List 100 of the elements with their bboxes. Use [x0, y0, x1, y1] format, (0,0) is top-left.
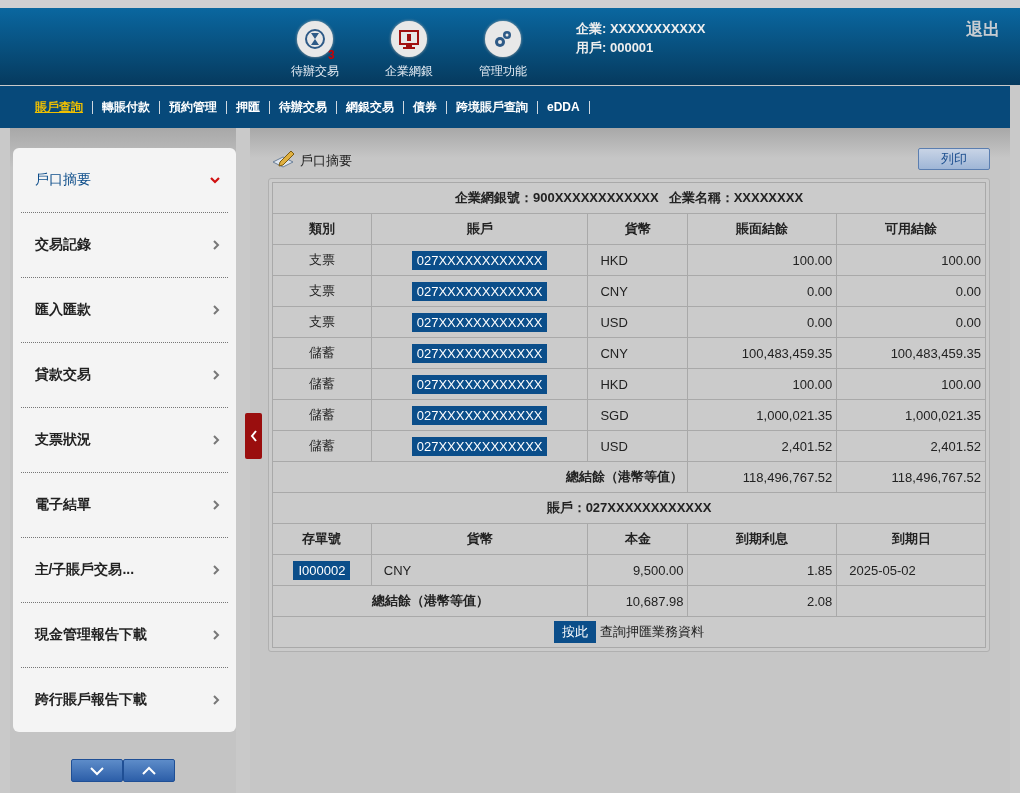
account-link[interactable]: 027XXXXXXXXXXXX: [411, 312, 548, 332]
column-header: 存單號: [302, 531, 342, 546]
shortcut-button[interactable]: 待辦交易 3: [280, 21, 350, 85]
scroll-up-button[interactable]: [123, 759, 175, 782]
chevron-right-icon: [212, 370, 220, 380]
print-button[interactable]: 列印: [918, 148, 990, 170]
column-header: 類別: [308, 221, 335, 236]
logout-link[interactable]: 退出: [966, 18, 1000, 41]
sidebar-item[interactable]: 戶口摘要: [20, 148, 228, 213]
nav-tab[interactable]: 押匯: [227, 100, 270, 114]
account-link[interactable]: 027XXXXXXXXXXXX: [411, 343, 548, 363]
scroll-down-button[interactable]: [71, 759, 123, 782]
sidebar-item[interactable]: 貸款交易: [20, 343, 228, 408]
page-title: 戶口摘要: [300, 152, 352, 170]
footer-text: 查詢押匯業務資料: [600, 624, 704, 639]
collapse-tab[interactable]: [245, 413, 262, 459]
sidebar-item-label: 匯入匯款: [34, 301, 91, 319]
table-cell: HKD: [600, 252, 628, 268]
table-cell: 100.00: [792, 376, 833, 392]
bank-number-label: 企業網銀號：900XXXXXXXXXXXX: [454, 190, 659, 205]
nav-tab[interactable]: 轉賬付款: [93, 100, 160, 114]
table-cell: SGD: [600, 407, 629, 423]
table-cell: 2,401.52: [930, 438, 981, 454]
table-cell: 儲蓄: [308, 376, 335, 391]
chevron-down-icon: [209, 176, 220, 184]
notepad-pencil-icon: [272, 148, 296, 170]
account-link[interactable]: 027XXXXXXXXXXXX: [411, 374, 548, 394]
nav-tab[interactable]: 賬戶查詢: [26, 100, 93, 114]
table-cell: 1,000,021.35: [905, 407, 981, 423]
table-cell: 支票: [308, 314, 335, 329]
sidebar-item[interactable]: 匯入匯款: [20, 278, 228, 343]
sidebar-item[interactable]: 支票狀況: [20, 408, 228, 473]
sidebar-item[interactable]: 交易記錄: [20, 213, 228, 278]
total-label: 總結餘（港幣等值）: [371, 593, 489, 608]
nav-tab[interactable]: 預約管理: [160, 100, 227, 114]
nav-tab[interactable]: 待辦交易: [270, 100, 337, 114]
nav-tab[interactable]: 跨境賬戶查詢: [447, 100, 538, 114]
table-cell: 0.00: [806, 314, 833, 330]
table-cell: 100,483,459.35: [890, 345, 981, 361]
nav-tab[interactable]: 網銀交易: [337, 100, 404, 114]
nav-tab[interactable]: eDDA: [538, 100, 590, 114]
shortcut-button[interactable]: 企業網銀: [374, 21, 444, 85]
table-cell: 0.00: [955, 314, 981, 330]
company-label: 企業: XXXXXXXXXXX: [576, 20, 706, 38]
sidebar-item-label: 貸款交易: [34, 366, 91, 384]
sidebar-item-label: 電子結單: [34, 496, 91, 514]
account-link[interactable]: 027XXXXXXXXXXXX: [411, 250, 548, 270]
table-cell: 儲蓄: [308, 345, 335, 360]
table-cell: HKD: [600, 376, 628, 392]
table-cell: 2025-05-02: [849, 562, 916, 578]
chevron-left-icon: [249, 430, 258, 442]
table-cell: 0.00: [955, 283, 981, 299]
total-cell: 118,496,767.52: [742, 469, 833, 485]
sidebar-item[interactable]: 現金管理報告下載: [20, 603, 228, 668]
column-header: 貨幣: [624, 221, 651, 236]
chevron-down-icon: [89, 765, 105, 776]
account-link[interactable]: 027XXXXXXXXXXXX: [411, 405, 548, 425]
hourglass-icon: [303, 27, 327, 51]
chevron-right-icon: [212, 240, 220, 250]
column-header: 賬面結餘: [736, 221, 789, 236]
table-cell: 100,483,459.35: [741, 345, 833, 361]
table-cell: 2,401.52: [781, 438, 833, 454]
chevron-right-icon: [212, 305, 220, 315]
chevron-right-icon: [212, 695, 220, 705]
table-cell: 1,000,021.35: [756, 407, 833, 423]
total-cell: 10,687.98: [625, 593, 684, 609]
monitor-icon: [397, 27, 421, 51]
column-header: 本金: [624, 531, 651, 546]
table-cell: 100.00: [941, 252, 981, 268]
sidebar-item[interactable]: 電子結單: [20, 473, 228, 538]
table-cell: 0.00: [806, 283, 833, 299]
column-header: 到期日: [891, 531, 931, 546]
column-header: 貨幣: [466, 531, 493, 546]
sidebar-item[interactable]: 主/子賬戶交易...: [20, 538, 228, 603]
table-cell: CNY: [600, 345, 628, 361]
table-cell: 支票: [308, 283, 335, 298]
account-link[interactable]: 027XXXXXXXXXXXX: [411, 281, 548, 301]
total-cell: 118,496,767.52: [891, 469, 981, 485]
table-cell: USD: [600, 314, 628, 330]
sidebar-item-label: 現金管理報告下載: [34, 626, 147, 644]
chevron-right-icon: [212, 565, 220, 575]
nav-tab[interactable]: 債券: [404, 100, 447, 114]
shortcut-button[interactable]: 管理功能: [468, 21, 538, 85]
account-link[interactable]: 027XXXXXXXXXXXX: [411, 436, 548, 456]
chevron-right-icon: [212, 435, 220, 445]
table-cell: USD: [600, 438, 628, 454]
click-here-link[interactable]: 按此: [554, 621, 596, 643]
chevron-up-icon: [141, 765, 157, 776]
table-cell: 1.85: [806, 562, 833, 578]
sidebar-item-label: 主/子賬戶交易...: [34, 561, 135, 579]
sidebar-item-label: 跨行賬戶報告下載: [34, 691, 147, 709]
table-cell: CNY: [600, 283, 628, 299]
sidebar-item-label: 交易記錄: [34, 236, 91, 254]
sidebar-item[interactable]: 跨行賬戶報告下載: [20, 668, 228, 732]
deposit-link[interactable]: I000002: [293, 560, 351, 580]
table-cell: 儲蓄: [308, 438, 335, 453]
table-cell: 100.00: [792, 252, 833, 268]
chevron-right-icon: [212, 630, 220, 640]
sidebar-item-label: 支票狀況: [34, 431, 91, 449]
total-cell: 2.08: [806, 593, 833, 609]
